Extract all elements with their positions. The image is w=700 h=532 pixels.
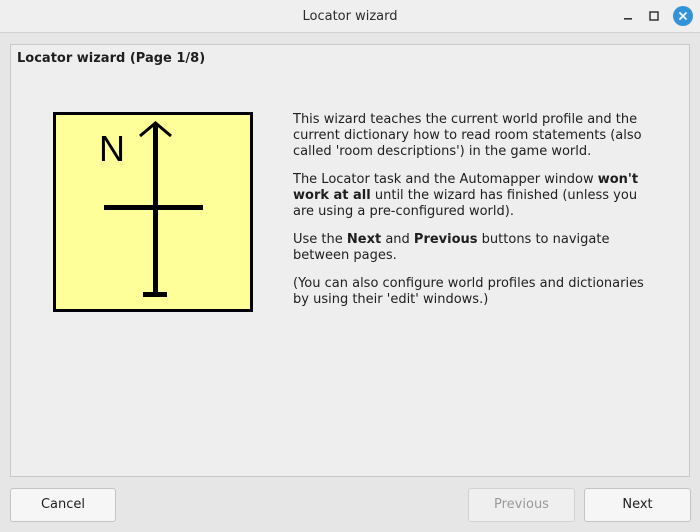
paragraph-1: This wizard teaches the current world pr…	[293, 112, 642, 159]
paragraph-3: Use the Next and Previous buttons to nav…	[293, 232, 610, 263]
title-bar: Locator wizard	[0, 0, 700, 33]
next-button[interactable]: Next	[584, 488, 691, 522]
maximize-icon[interactable]	[646, 8, 662, 24]
window-title: Locator wizard	[302, 9, 398, 24]
intro-text: This wizard teaches the current world pr…	[293, 112, 658, 320]
minimize-icon[interactable]	[620, 8, 636, 24]
compass-icon: N	[53, 112, 253, 312]
page-title: Locator wizard (Page 1/8)	[17, 51, 206, 66]
paragraph-2: The Locator task and the Automapper wind…	[293, 172, 639, 219]
previous-button[interactable]: Previous	[468, 488, 575, 522]
compass-letter: N	[99, 128, 125, 169]
cancel-button[interactable]: Cancel	[10, 488, 116, 522]
wizard-panel: Locator wizard (Page 1/8) N This wizard …	[10, 44, 690, 477]
close-icon[interactable]	[673, 6, 693, 26]
paragraph-4: (You can also configure world profiles a…	[293, 276, 644, 307]
